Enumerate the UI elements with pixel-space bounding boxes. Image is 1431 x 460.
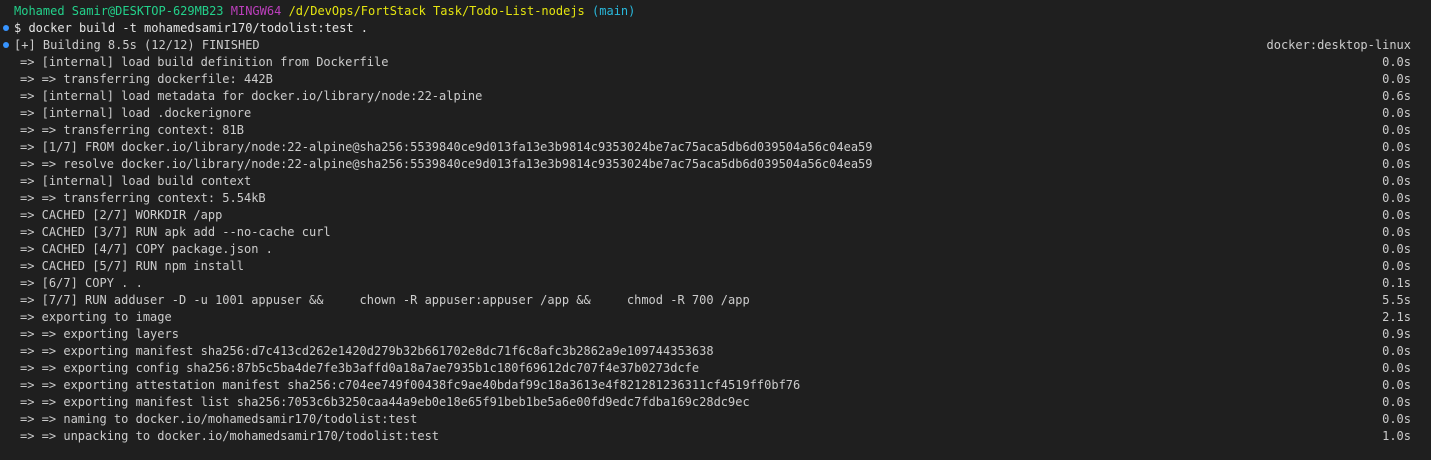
prompt-path: /d/DevOps/FortStack Task/Todo-List-nodej… — [288, 4, 585, 18]
build-step-time: 0.0s — [1382, 259, 1411, 273]
build-step-line: => [1/7] FROM docker.io/library/node:22-… — [0, 139, 1421, 156]
status-decoration — [3, 37, 9, 54]
build-step-time: 0.9s — [1382, 327, 1411, 341]
build-step-time: 0.0s — [1382, 412, 1411, 426]
build-step-text: => [internal] load build context — [20, 174, 252, 188]
build-step-time: 0.1s — [1382, 276, 1411, 290]
build-step-line: => [7/7] RUN adduser -D -u 1001 appuser … — [0, 292, 1421, 309]
build-step-line: => [internal] load .dockerignore 0.0s — [0, 105, 1421, 122]
build-step-text: => => unpacking to docker.io/mohamedsami… — [20, 429, 440, 443]
build-step-line: => => transferring dockerfile: 442B 0.0s — [0, 71, 1421, 88]
build-step-time: 0.0s — [1382, 106, 1411, 120]
build-step-text: => => exporting config sha256:87b5c5ba4d… — [20, 361, 700, 375]
build-step-line: => [6/7] COPY . . 0.1s — [0, 275, 1421, 292]
build-step-line: => => exporting layers 0.9s — [0, 326, 1421, 343]
build-step-text: => CACHED [2/7] WORKDIR /app — [20, 208, 223, 222]
build-step-line: => CACHED [2/7] WORKDIR /app 0.0s — [0, 207, 1421, 224]
build-step-time: 0.0s — [1382, 344, 1411, 358]
prompt-line: Mohamed Samir@DESKTOP-629MB23 MINGW64 /d… — [0, 3, 1421, 20]
build-step-line: => CACHED [4/7] COPY package.json . 0.0s — [0, 241, 1421, 258]
build-step-time: 5.5s — [1382, 293, 1411, 307]
build-step-line: => => resolve docker.io/library/node:22-… — [0, 156, 1421, 173]
build-step-text: => => exporting attestation manifest sha… — [20, 378, 801, 392]
command-line: $ docker build -t mohamedsamir170/todoli… — [0, 20, 1421, 37]
command-decoration[interactable] — [3, 20, 9, 37]
build-step-time: 0.0s — [1382, 174, 1411, 188]
build-step-line: => CACHED [5/7] RUN npm install 0.0s — [0, 258, 1421, 275]
build-step-text: => => transferring context: 81B — [20, 123, 244, 137]
build-step-text: => [7/7] RUN adduser -D -u 1001 appuser … — [20, 293, 750, 307]
build-status-text: [+] Building 8.5s (12/12) FINISHED — [14, 38, 260, 52]
build-step-text: => CACHED [5/7] RUN npm install — [20, 259, 244, 273]
build-step-text: => => naming to docker.io/mohamedsamir17… — [20, 412, 418, 426]
build-step-text: => => resolve docker.io/library/node:22-… — [20, 157, 873, 171]
build-step-text: => => transferring context: 5.54kB — [20, 191, 266, 205]
build-step-text: => [6/7] COPY . . — [20, 276, 143, 290]
build-step-time: 0.0s — [1382, 72, 1411, 86]
build-step-text: => [1/7] FROM docker.io/library/node:22-… — [20, 140, 873, 154]
command-status-dot-icon[interactable] — [3, 25, 9, 31]
build-step-text: => CACHED [4/7] COPY package.json . — [20, 242, 273, 256]
build-step-text: => [internal] load metadata for docker.i… — [20, 89, 483, 103]
build-step-line: => => transferring context: 81B 0.0s — [0, 122, 1421, 139]
build-step-text: => => exporting manifest sha256:d7c413cd… — [20, 344, 714, 358]
prompt-system: MINGW64 — [230, 4, 282, 18]
build-step-line: => CACHED [3/7] RUN apk add --no-cache c… — [0, 224, 1421, 241]
build-step-time: 0.0s — [1382, 361, 1411, 375]
terminal-output[interactable]: Mohamed Samir@DESKTOP-629MB23 MINGW64 /d… — [0, 0, 1431, 460]
build-step-time: 0.0s — [1382, 395, 1411, 409]
build-status-line: [+] Building 8.5s (12/12) FINISHED docke… — [0, 37, 1421, 54]
build-step-time: 0.0s — [1382, 123, 1411, 137]
prompt-branch: (main) — [592, 4, 636, 18]
status-dot-icon — [3, 42, 9, 48]
build-step-time: 0.0s — [1382, 191, 1411, 205]
build-step-time: 2.1s — [1382, 310, 1411, 324]
build-step-line: => [internal] load build definition from… — [0, 54, 1421, 71]
build-step-time: 0.0s — [1382, 378, 1411, 392]
build-steps-list: => [internal] load build definition from… — [0, 54, 1421, 445]
build-step-line: => => exporting manifest sha256:d7c413cd… — [0, 343, 1421, 360]
build-step-line: => => naming to docker.io/mohamedsamir17… — [0, 411, 1421, 428]
build-step-time: 0.0s — [1382, 208, 1411, 222]
build-step-time: 0.0s — [1382, 55, 1411, 69]
prompt-user-host: Mohamed Samir@DESKTOP-629MB23 — [14, 4, 224, 18]
build-step-time: 0.6s — [1382, 89, 1411, 103]
prompt: Mohamed Samir@DESKTOP-629MB23 MINGW64 /d… — [14, 3, 635, 20]
build-step-text: => [internal] load build definition from… — [20, 55, 389, 69]
build-step-line: => => exporting manifest list sha256:705… — [0, 394, 1421, 411]
build-step-text: => exporting to image — [20, 310, 172, 324]
build-step-time: 0.0s — [1382, 225, 1411, 239]
build-step-line: => [internal] load build context 0.0s — [0, 173, 1421, 190]
build-step-text: => [internal] load .dockerignore — [20, 106, 252, 120]
build-step-line: => => transferring context: 5.54kB 0.0s — [0, 190, 1421, 207]
build-step-line: => => exporting attestation manifest sha… — [0, 377, 1421, 394]
build-step-text: => => exporting manifest list sha256:705… — [20, 395, 750, 409]
command-text: $ docker build -t mohamedsamir170/todoli… — [14, 21, 369, 35]
build-step-line: => => exporting config sha256:87b5c5ba4d… — [0, 360, 1421, 377]
build-step-time: 0.0s — [1382, 140, 1411, 154]
build-step-line: => exporting to image 2.1s — [0, 309, 1421, 326]
build-step-time: 1.0s — [1382, 429, 1411, 443]
build-step-text: => CACHED [3/7] RUN apk add --no-cache c… — [20, 225, 331, 239]
build-step-time: 0.0s — [1382, 242, 1411, 256]
build-step-text: => => exporting layers — [20, 327, 179, 341]
build-step-text: => => transferring dockerfile: 442B — [20, 72, 273, 86]
build-step-line: => => unpacking to docker.io/mohamedsami… — [0, 428, 1421, 445]
build-step-line: => [internal] load metadata for docker.i… — [0, 88, 1421, 105]
build-step-time: 0.0s — [1382, 157, 1411, 171]
builder-name: docker:desktop-linux — [1266, 38, 1412, 52]
